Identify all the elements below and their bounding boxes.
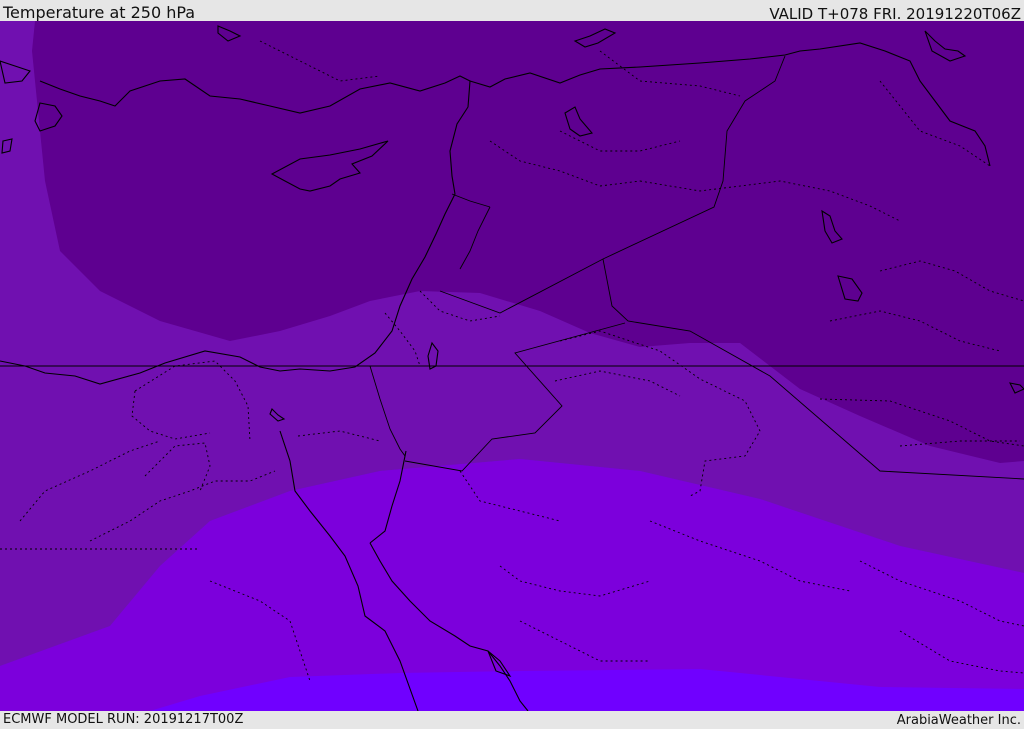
temperature-map[interactable] <box>0 21 1024 711</box>
credit: ArabiaWeather Inc. <box>896 713 1021 728</box>
map-canvas <box>0 21 1024 711</box>
header-bar: Temperature at 250 hPa VALID T+078 FRI. … <box>0 0 1024 23</box>
map-title: Temperature at 250 hPa <box>3 3 196 22</box>
model-run: ECMWF MODEL RUN: 20191217T00Z <box>3 712 244 727</box>
footer-bar: ECMWF MODEL RUN: 20191217T00Z ArabiaWeat… <box>0 711 1024 729</box>
